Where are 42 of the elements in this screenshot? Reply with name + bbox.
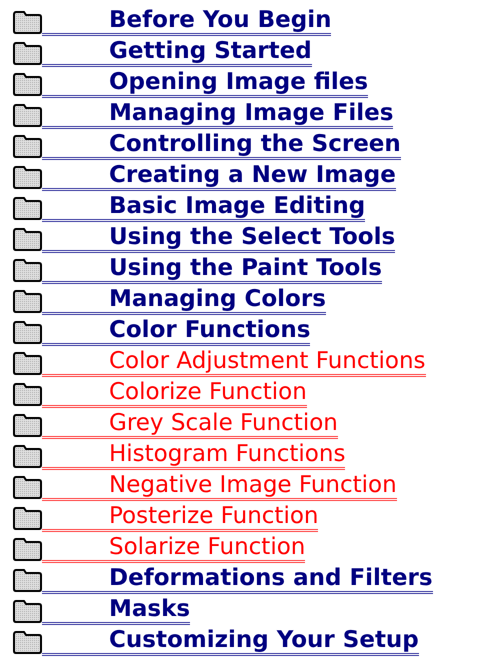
topic-link[interactable]: Colorize Function [42,379,307,408]
folder-icon [12,226,42,250]
folder-icon [12,412,42,436]
folder-icon [12,196,42,220]
folder-icon [12,10,42,34]
topic-link[interactable]: Managing Colors [42,286,326,315]
folder-icon [12,102,42,126]
folder-icon [12,258,42,282]
topic-link[interactable]: Controlling the Screen [42,131,401,160]
topic-link[interactable]: Managing Image Files [42,100,394,129]
folder-icon [12,444,42,468]
topic-link[interactable]: Using the Paint Tools [42,255,382,284]
folder-icon [12,350,42,374]
topic-link[interactable]: Before You Begin [42,7,332,36]
topic-link[interactable]: Getting Started [42,38,312,67]
topic-link[interactable]: Color Adjustment Functions [42,348,426,377]
topic-link[interactable]: Creating a New Image [42,162,396,191]
topic-link[interactable]: Histogram Functions [42,441,346,470]
folder-icon [12,40,42,64]
folder-icon [12,630,42,654]
topic-link[interactable]: Masks [42,596,190,625]
folder-icon [12,598,42,622]
folder-icon [12,72,42,96]
folder-icon [12,320,42,344]
folder-icon [12,288,42,312]
folder-icon [12,506,42,530]
folder-icon [12,474,42,498]
topic-link[interactable]: Basic Image Editing [42,193,366,222]
folder-icon [12,536,42,560]
topic-link[interactable]: Deformations and Filters [42,565,433,594]
topic-link[interactable]: Grey Scale Function [42,410,338,439]
topic-link[interactable]: Using the Select Tools [42,224,396,253]
topic-link[interactable]: Opening Image files [42,69,368,98]
topic-link[interactable]: Color Functions [42,317,310,346]
folder-icon [12,382,42,406]
folder-icon [12,134,42,158]
topic-link[interactable]: Customizing Your Setup [42,627,419,656]
folder-icon [12,568,42,592]
topic-link[interactable]: Posterize Function [42,503,318,532]
topic-link[interactable]: Negative Image Function [42,472,397,501]
topic-link[interactable]: Solarize Function [42,534,306,563]
folder-icon [12,164,42,188]
